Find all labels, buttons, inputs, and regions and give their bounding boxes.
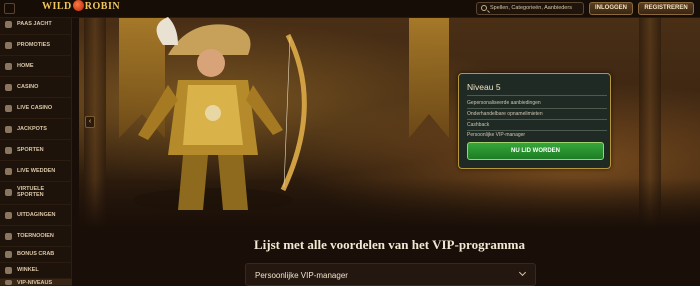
accordion-label: Persoonlijke VIP-manager xyxy=(255,271,348,280)
egg-icon xyxy=(5,21,12,28)
knight-illustration xyxy=(133,17,307,210)
crab-icon xyxy=(5,251,12,258)
search-icon xyxy=(481,5,487,11)
sidebar-item-uitdagingen[interactable]: UITDAGINGEN xyxy=(0,205,72,226)
hanging-banner xyxy=(409,18,449,138)
top-bar: WILD ROBIN Spellen, Categorieën, Aanbiede… xyxy=(0,0,700,18)
sidebar: PAAS JACHT PROMOTIES HOME CASINO LIVE CA… xyxy=(0,18,72,286)
sidebar-item-casino[interactable]: CASINO xyxy=(0,77,72,98)
sidebar-item-winkel[interactable]: WINKEL xyxy=(0,263,72,279)
vip-level-title: Niveau 5 xyxy=(467,82,501,92)
live-bet-icon xyxy=(5,168,12,175)
menu-toggle-icon[interactable] xyxy=(4,3,15,14)
sidebar-item-label: JACKPOTS xyxy=(17,126,47,132)
sidebar-item-label: SPORTEN xyxy=(17,147,44,153)
sidebar-item-label: WINKEL xyxy=(17,267,39,273)
chevron-down-icon xyxy=(518,268,527,277)
cards-icon xyxy=(5,84,12,91)
vip-perk: Onderhandelbare opnamelimieten xyxy=(467,111,543,117)
sidebar-item-live-wedden[interactable]: LIVE WEDDEN xyxy=(0,161,72,182)
gift-icon xyxy=(5,42,12,49)
sidebar-item-label: PAAS JACHT xyxy=(17,21,52,27)
logo[interactable]: WILD ROBIN xyxy=(42,0,121,12)
sidebar-item-label: LIVE CASINO xyxy=(17,105,53,111)
sidebar-item-label: VIRTUELE SPORTEN xyxy=(17,186,45,198)
sidebar-item-label: TOERNOOIEN xyxy=(17,233,54,239)
search-placeholder: Spellen, Categorieën, Aanbieders xyxy=(490,5,572,11)
sidebar-item-label: VIP-NIVEAUS xyxy=(17,280,53,286)
sidebar-item-home[interactable]: HOME xyxy=(0,56,72,77)
sidebar-item-live-casino[interactable]: LIVE CASINO xyxy=(0,98,72,119)
vip-perk: Gepersonaliseerde aanbiedingen xyxy=(467,100,541,106)
sidebar-item-promoties[interactable]: PROMOTIES xyxy=(0,35,72,56)
sidebar-item-toernooien[interactable]: TOERNOOIEN xyxy=(0,226,72,247)
home-icon xyxy=(5,63,12,70)
shop-icon xyxy=(5,267,12,274)
search-input[interactable]: Spellen, Categorieën, Aanbieders xyxy=(476,2,584,15)
logo-text-left: WILD xyxy=(42,1,72,12)
crown-icon xyxy=(5,280,12,285)
divider xyxy=(467,95,607,96)
login-button[interactable]: INLOGGEN xyxy=(589,2,633,15)
sidebar-item-jackpots[interactable]: JACKPOTS xyxy=(0,119,72,140)
jackpot-icon xyxy=(5,126,12,133)
logo-emblem-icon xyxy=(72,0,84,12)
sidebar-item-label: UITDAGINGEN xyxy=(17,212,56,218)
register-button[interactable]: REGISTREREN xyxy=(638,2,694,15)
hero-prev-button[interactable]: ‹ xyxy=(85,116,95,128)
divider xyxy=(467,130,607,131)
sidebar-item-virtuele-sporten[interactable]: VIRTUELE SPORTEN xyxy=(0,182,72,205)
sidebar-item-label: BONUS CRAB xyxy=(17,251,55,257)
divider xyxy=(467,119,607,120)
trophy-icon xyxy=(5,233,12,240)
sidebar-item-bonus-crab[interactable]: BONUS CRAB xyxy=(0,247,72,263)
ball-icon xyxy=(5,147,12,154)
vip-perk: Persoonlijke VIP-manager xyxy=(467,132,526,138)
accordion-item[interactable]: Persoonlijke VIP-manager xyxy=(245,263,536,286)
join-now-button[interactable]: NU LID WORDEN xyxy=(467,142,604,160)
sidebar-item-label: HOME xyxy=(17,63,34,69)
sidebar-item-label: CASINO xyxy=(17,84,39,90)
sidebar-item-sporten[interactable]: SPORTEN xyxy=(0,140,72,161)
sidebar-item-paas-jacht[interactable]: PAAS JACHT xyxy=(0,14,72,35)
vip-level-card: Niveau 5 Gepersonaliseerde aanbiedingen … xyxy=(458,73,611,169)
sidebar-item-vip-niveaus[interactable]: VIP-NIVEAUS xyxy=(0,279,72,286)
live-icon xyxy=(5,105,12,112)
challenge-icon xyxy=(5,212,12,219)
vip-perk: Cashback xyxy=(467,122,490,128)
sidebar-item-label: LIVE WEDDEN xyxy=(17,168,56,174)
sidebar-item-label: PROMOTIES xyxy=(17,42,51,48)
virtual-icon xyxy=(5,189,12,196)
divider xyxy=(467,108,607,109)
logo-text-right: ROBIN xyxy=(84,1,121,12)
section-title: Lijst met alle voordelen van het VIP-pro… xyxy=(253,237,526,252)
